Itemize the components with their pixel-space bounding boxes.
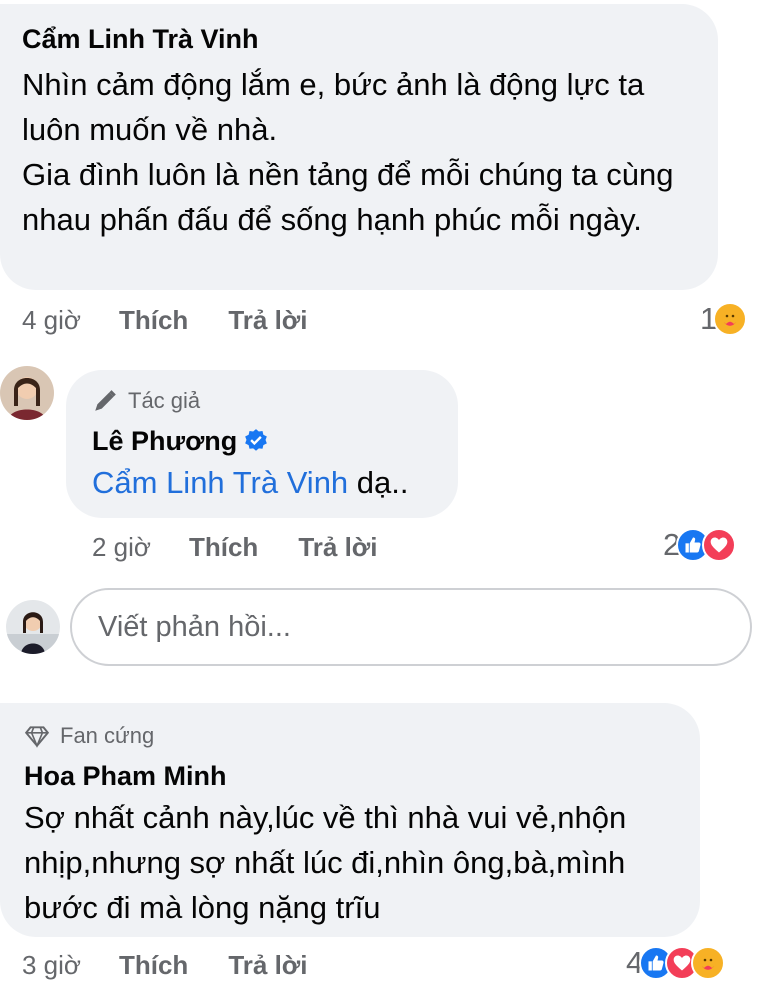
pencil-icon [95, 390, 116, 411]
current-user-avatar [6, 600, 60, 654]
comment-meta: 2 giờ Thích Trả lời [92, 527, 418, 567]
comment-text-body: dạ.. [348, 465, 409, 500]
reply-input[interactable] [98, 610, 750, 644]
badge-label: Fan cứng [60, 723, 155, 748]
comment-time[interactable]: 3 giờ [22, 950, 81, 981]
care-icon [713, 302, 748, 336]
reply-button[interactable]: Trả lời [228, 305, 307, 336]
comment-time[interactable]: 4 giờ [22, 305, 81, 336]
like-button[interactable]: Thích [119, 305, 188, 336]
reply-input-container[interactable] [70, 588, 752, 666]
comment-meta: 4 giờ Thích Trả lời [22, 300, 348, 340]
badge-label: Tác giả [128, 388, 201, 413]
comment-meta: 3 giờ Thích Trả lời [22, 945, 348, 985]
avatar[interactable] [0, 366, 54, 420]
comment-bubble: Cẩm Linh Trà Vinh Nhìn cảm động lắm e, b… [0, 4, 718, 290]
like-button[interactable]: Thích [189, 532, 258, 563]
reply-button[interactable]: Trả lời [228, 950, 307, 981]
reaction-summary[interactable]: 1 [700, 299, 748, 339]
mention-link[interactable]: Cẩm Linh Trà Vinh [92, 465, 348, 500]
like-button[interactable]: Thích [119, 950, 188, 981]
comment-author[interactable]: Hoa Pham Minh [24, 759, 680, 793]
author-name[interactable]: Lê Phương [92, 424, 237, 458]
fan-badge: Fan cứng [24, 721, 680, 751]
comment-text: Sợ nhất cảnh này,lúc về thì nhà vui vẻ,n… [24, 800, 627, 925]
diamond-icon [24, 726, 50, 748]
comment-bubble: Tác giả Lê Phương Cẩm Linh Trà Vinh dạ.. [66, 370, 458, 518]
care-icon [691, 946, 726, 980]
comment-text: Nhìn cảm động lắm e, bức ảnh là động lực… [22, 67, 674, 237]
comment-time[interactable]: 2 giờ [92, 532, 151, 563]
comment-bubble: Fan cứng Hoa Pham Minh Sợ nhất cảnh này,… [0, 703, 700, 937]
verified-badge-icon [245, 429, 268, 451]
reply-button[interactable]: Trả lời [298, 532, 377, 563]
reaction-summary[interactable]: 2 [663, 525, 737, 565]
comment-author[interactable]: Lê Phương [92, 424, 436, 458]
comment-text: Cẩm Linh Trà Vinh dạ.. [92, 460, 436, 505]
reaction-summary[interactable]: 4 [626, 943, 726, 983]
comment-author[interactable]: Cẩm Linh Trà Vinh [22, 22, 698, 56]
love-icon [702, 528, 737, 562]
author-badge: Tác giả [92, 386, 436, 416]
